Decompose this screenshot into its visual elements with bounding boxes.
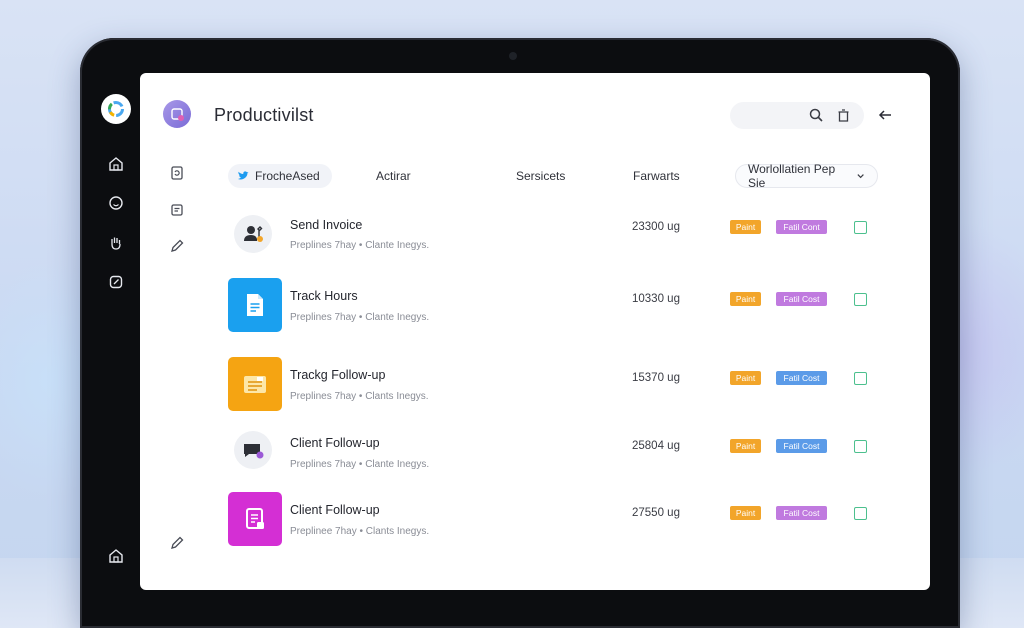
row-amount: 27550 ug bbox=[632, 507, 680, 519]
notes-icon[interactable] bbox=[167, 200, 187, 220]
status-badge: Paint bbox=[730, 439, 761, 453]
search-icon[interactable] bbox=[808, 107, 825, 124]
category-badge: Fatil Cost bbox=[776, 292, 827, 306]
category-badge: Fatil Cost bbox=[776, 371, 827, 385]
tablet-device: Productivilst FrocheAsed Actirar Sersice… bbox=[80, 38, 960, 628]
row-title: Client Follow-up bbox=[290, 436, 380, 450]
back-arrow-icon[interactable] bbox=[876, 106, 894, 124]
task-row[interactable]: Client Follow-up Preplinee 7hay • Clants… bbox=[228, 492, 878, 548]
row-title: Trackg Follow-up bbox=[290, 368, 386, 382]
row-amount: 25804 ug bbox=[632, 440, 680, 452]
refresh-doc-icon[interactable] bbox=[167, 163, 187, 183]
category-badge: Fatil Cost bbox=[776, 439, 827, 453]
category-badge: Fatil Cost bbox=[776, 506, 827, 520]
app-sidebar bbox=[160, 73, 194, 590]
hand-icon[interactable] bbox=[106, 233, 126, 253]
status-badge: Paint bbox=[730, 220, 761, 234]
twitter-bird-icon bbox=[238, 171, 249, 180]
pencil-bottom-icon[interactable] bbox=[167, 533, 187, 553]
task-row[interactable]: Track Hours Preplines 7hay • Clante Ineg… bbox=[228, 278, 878, 334]
row-subtitle: Preplines 7hay • Clante Inegys. bbox=[290, 459, 430, 470]
clipboard-icon bbox=[228, 492, 282, 546]
tab-sersicets[interactable]: Sersicets bbox=[516, 164, 565, 188]
tab-label: Sersicets bbox=[516, 169, 566, 183]
row-title: Send Invoice bbox=[290, 218, 363, 232]
row-subtitle: Preplines 7hay • Clante Inegys. bbox=[290, 240, 430, 251]
app-avatar[interactable] bbox=[163, 100, 191, 128]
row-checkbox[interactable] bbox=[854, 440, 867, 453]
row-checkbox[interactable] bbox=[854, 221, 867, 234]
row-checkbox[interactable] bbox=[854, 293, 867, 306]
pencil-icon[interactable] bbox=[167, 236, 187, 256]
row-checkbox[interactable] bbox=[854, 507, 867, 520]
status-badge: Paint bbox=[730, 506, 761, 520]
category-badge: Fatil Cont bbox=[776, 220, 827, 234]
row-amount: 23300 ug bbox=[632, 221, 680, 233]
task-row[interactable]: Trackg Follow-up Preplines 7hay • Clants… bbox=[228, 357, 878, 413]
row-subtitle: Preplines 7hay • Clants Inegys. bbox=[290, 391, 429, 402]
status-badge: Paint bbox=[730, 371, 761, 385]
google-logo-icon[interactable] bbox=[101, 94, 131, 124]
row-subtitle: Preplinee 7hay • Clants Inegys. bbox=[290, 526, 430, 537]
status-badge: Paint bbox=[730, 292, 761, 306]
tab-actirar[interactable]: Actirar bbox=[376, 164, 411, 188]
row-subtitle: Preplines 7hay • Clante Inegys. bbox=[290, 312, 430, 323]
chevron-down-icon bbox=[857, 174, 864, 179]
row-amount: 15370 ug bbox=[632, 372, 680, 384]
task-row[interactable]: Send Invoice Preplines 7hay • Clante Ine… bbox=[228, 206, 878, 262]
dropdown-label: Worlollatien Pep Sie bbox=[748, 162, 836, 190]
tab-bar: FrocheAsed Actirar Sersicets Farwarts Wo… bbox=[228, 162, 878, 190]
trash-icon[interactable] bbox=[835, 107, 852, 124]
app-screen: Productivilst FrocheAsed Actirar Sersice… bbox=[140, 73, 930, 590]
row-amount: 10330 ug bbox=[632, 293, 680, 305]
tab-label: Actirar bbox=[376, 169, 411, 183]
row-title: Track Hours bbox=[290, 289, 358, 303]
edit-note-icon[interactable] bbox=[106, 272, 126, 292]
chat-icon bbox=[234, 431, 272, 469]
row-checkbox[interactable] bbox=[854, 372, 867, 385]
tab-label: Farwarts bbox=[633, 169, 680, 183]
home-icon[interactable] bbox=[106, 154, 126, 174]
tab-farwarts[interactable]: Farwarts bbox=[633, 164, 680, 188]
search-bar[interactable] bbox=[730, 102, 864, 129]
device-rail bbox=[96, 76, 140, 616]
tab-label: FrocheAsed bbox=[255, 169, 320, 183]
camera-icon bbox=[509, 52, 517, 60]
row-title: Client Follow-up bbox=[290, 503, 380, 517]
document-icon bbox=[228, 278, 282, 332]
home-bottom-icon[interactable] bbox=[106, 546, 126, 566]
user-pen-icon bbox=[234, 215, 272, 253]
smiley-icon[interactable] bbox=[106, 193, 126, 213]
tab-frocheased[interactable]: FrocheAsed bbox=[228, 164, 332, 188]
filter-dropdown[interactable]: Worlollatien Pep Sie bbox=[735, 162, 878, 190]
page-title: Productivilst bbox=[214, 105, 314, 125]
task-row[interactable]: Client Follow-up Preplines 7hay • Clante… bbox=[228, 423, 878, 479]
folder-icon bbox=[228, 357, 282, 411]
